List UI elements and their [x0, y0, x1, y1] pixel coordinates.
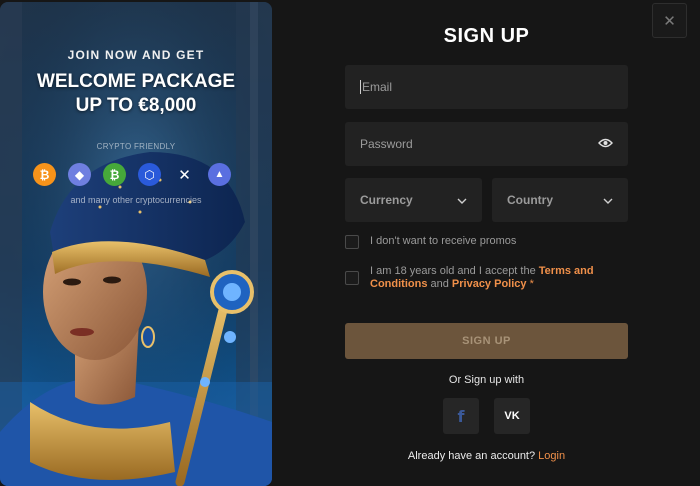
- social-signup-label: Or Sign up with: [448, 374, 525, 386]
- privacy-policy-link[interactable]: Privacy Policy: [452, 278, 527, 290]
- password-placeholder: Password: [360, 137, 413, 151]
- promo-eyebrow: JOIN NOW AND GET: [67, 48, 205, 62]
- page-title: SIGN UP: [443, 25, 530, 47]
- chevron-down-icon: [603, 193, 613, 207]
- ethereum-icon: ◆: [68, 163, 91, 186]
- country-select[interactable]: Country: [492, 178, 628, 222]
- terms-label: I am 18 years old and I accept the Terms…: [370, 265, 610, 291]
- cardano-icon: ▲: [208, 163, 231, 186]
- facebook-icon: f: [457, 406, 465, 426]
- login-prompt: Already have an account? Login: [345, 450, 628, 462]
- crypto-friendly-label: CRYPTO FRIENDLY: [96, 142, 176, 151]
- crypto-icons: ₿ ◆ ₿ ⬡ ✕ ▲: [33, 163, 231, 186]
- promo-headline: WELCOME PACKAGE UP TO €8,000: [0, 70, 272, 118]
- required-asterisk: *: [526, 278, 534, 290]
- xrp-icon: ✕: [178, 166, 191, 184]
- text-cursor: [360, 80, 361, 94]
- show-password-icon[interactable]: [598, 137, 613, 151]
- vk-button[interactable]: VK: [494, 398, 530, 434]
- facebook-button[interactable]: f: [443, 398, 479, 434]
- bitcoin-cash-icon: ₿: [103, 163, 126, 186]
- currency-select[interactable]: Currency: [345, 178, 482, 222]
- close-button[interactable]: ✕: [652, 3, 687, 38]
- close-icon: ✕: [663, 12, 676, 30]
- other-crypto-text: and many other cryptocurrencies: [70, 195, 202, 205]
- login-prompt-text: Already have an account?: [407, 450, 539, 462]
- bitcoin-icon: ₿: [33, 163, 56, 186]
- promo-panel: JOIN NOW AND GET WELCOME PACKAGE UP TO €…: [0, 2, 272, 486]
- password-field[interactable]: Password: [345, 122, 628, 166]
- chainlink-icon: ⬡: [138, 163, 161, 186]
- terms-and: and: [427, 278, 452, 290]
- terms-checkbox[interactable]: [345, 271, 359, 285]
- promo-optout-label: I don't want to receive promos: [370, 235, 517, 247]
- promo-optout-checkbox[interactable]: [345, 235, 359, 249]
- promo-headline-line2: UP TO €8,000: [75, 95, 197, 116]
- promo-optout-row: I don't want to receive promos: [345, 235, 516, 249]
- vk-icon: VK: [504, 410, 520, 422]
- email-placeholder: Email: [362, 80, 393, 94]
- terms-prefix: I am 18 years old and I accept the: [370, 265, 539, 277]
- login-link[interactable]: Login: [538, 450, 565, 462]
- promo-headline-line1: WELCOME PACKAGE: [36, 71, 236, 92]
- signup-button[interactable]: SIGN UP: [345, 323, 628, 359]
- chevron-down-icon: [457, 193, 467, 207]
- country-placeholder: Country: [507, 193, 553, 207]
- currency-placeholder: Currency: [360, 193, 413, 207]
- email-field[interactable]: Email: [345, 65, 628, 109]
- terms-row: I am 18 years old and I accept the Terms…: [345, 265, 610, 291]
- signup-modal: JOIN NOW AND GET WELCOME PACKAGE UP TO €…: [0, 0, 700, 486]
